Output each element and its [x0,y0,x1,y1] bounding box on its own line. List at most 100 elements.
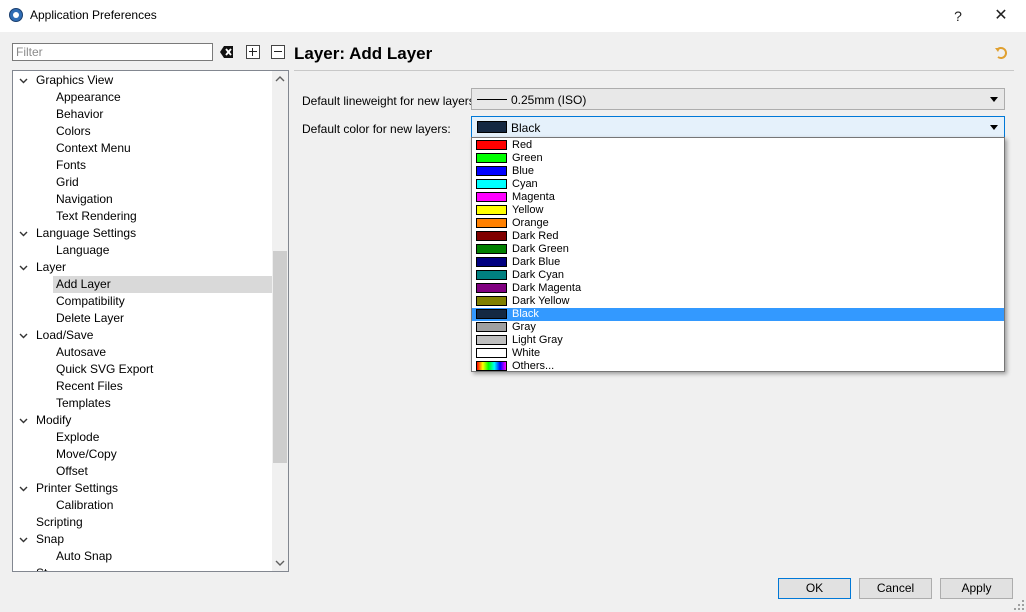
ok-button[interactable]: OK [778,578,851,599]
tree-item[interactable]: Language [13,242,272,259]
tree-item-label: Autosave [56,345,107,359]
color-option[interactable]: Cyan [472,178,1004,191]
tree-item-label: Text Rendering [56,209,137,223]
lineweight-combo[interactable]: 0.25mm (ISO) [471,88,1005,110]
tree-item[interactable]: Colors [13,123,272,140]
scroll-down-icon[interactable] [275,559,285,567]
scroll-up-icon[interactable] [275,75,285,83]
tree-item-label: Recent Files [56,379,123,393]
tree-item-label: Colors [56,124,91,138]
tree-item[interactable]: Appearance [13,89,272,106]
scroll-thumb[interactable] [273,251,287,463]
chevron-down-icon[interactable] [19,263,28,272]
tree-item[interactable]: Navigation [13,191,272,208]
tree-category[interactable]: Printer Settings [13,480,272,497]
chevron-down-icon[interactable] [19,416,28,425]
tree-item[interactable]: Fonts [13,157,272,174]
color-option[interactable]: Orange [472,217,1004,230]
chevron-down-icon[interactable] [19,484,28,493]
tree-item[interactable]: Templates [13,395,272,412]
chevron-down-icon[interactable] [19,76,28,85]
color-dropdown-list[interactable]: Red Green Blue Cyan Magenta Yellow Orange Dark … [471,137,1005,372]
cancel-button[interactable]: Cancel [859,578,932,599]
preferences-tree[interactable]: St... Auto Snap Snap Scripting Calibration Pr… [12,70,289,572]
tree-item-label: Behavior [56,107,104,121]
color-option-label: Orange [512,217,549,229]
tree-item-label: Load/Save [36,328,94,342]
tree-item[interactable]: Autosave [13,344,272,361]
page-title: Layer: Add Layer [294,44,433,63]
tree-category[interactable]: Load/Save [13,327,272,344]
tree-item-label: Compatibility [56,294,125,308]
color-option[interactable]: Red [472,139,1004,152]
tree-item-label: Fonts [56,158,87,172]
tree-category[interactable]: Scripting [13,514,272,531]
tree-item[interactable]: Calibration [13,497,272,514]
tree-item[interactable]: Add Layer [13,276,272,293]
color-option[interactable]: White [472,347,1004,360]
tree-item-label: Modify [36,413,72,427]
color-combo[interactable]: Black [471,116,1005,138]
color-option[interactable]: Yellow [472,204,1004,217]
line-sample-icon [477,99,507,100]
chevron-down-icon[interactable] [19,535,28,544]
color-swatch-icon [476,231,507,241]
color-option[interactable]: Others... [472,360,1004,373]
close-button[interactable]: ✕ [981,4,1021,28]
color-option-label: Red [512,139,533,151]
chevron-down-icon[interactable] [19,229,28,238]
tree-item-label: Move/Copy [56,447,117,461]
color-option[interactable]: Dark Blue [472,256,1004,269]
lineweight-value: 0.25mm (ISO) [511,93,587,107]
tree-item-label: Appearance [56,90,121,104]
color-option-label: Yellow [512,204,544,216]
tree-item[interactable]: Behavior [13,106,272,123]
color-option[interactable]: Dark Green [472,243,1004,256]
tree-category[interactable]: Layer [13,259,272,276]
color-option[interactable]: Dark Magenta [472,282,1004,295]
tree-item[interactable]: Explode [13,429,272,446]
tree-item[interactable]: Move/Copy [13,446,272,463]
color-option[interactable]: Magenta [472,191,1004,204]
color-option[interactable]: Gray [472,321,1004,334]
color-option-label: Dark Green [512,243,569,255]
color-option[interactable]: Green [472,152,1004,165]
window-title: Application Preferences [30,8,157,22]
tree-item[interactable]: Delete Layer [13,310,272,327]
tree-item[interactable]: Grid [13,174,272,191]
tree-category[interactable]: Graphics View [13,72,272,89]
color-option[interactable]: Light Gray [472,334,1004,347]
tree-item[interactable]: Recent Files [13,378,272,395]
color-option[interactable]: Dark Cyan [472,269,1004,282]
color-option[interactable]: Black [472,308,1004,321]
tree-item-label: Grid [56,175,79,189]
help-button[interactable]: ? [938,4,978,28]
tree-category[interactable]: Language Settings [13,225,272,242]
expand-all-icon[interactable] [246,45,260,59]
clear-filter-icon[interactable] [220,45,234,59]
color-option[interactable]: Blue [472,165,1004,178]
resize-grip-icon[interactable] [1014,600,1024,610]
collapse-all-icon[interactable] [271,45,285,59]
tree-item[interactable]: Auto Snap [13,548,272,565]
tree-item[interactable]: Offset [13,463,272,480]
tree-category[interactable]: Snap [13,531,272,548]
color-option[interactable]: Dark Red [472,230,1004,243]
tree-scrollbar[interactable] [272,71,288,571]
restore-defaults-icon[interactable] [994,46,1008,60]
color-swatch-icon [476,140,507,150]
tree-item[interactable]: Context Menu [13,140,272,157]
tree-category[interactable]: St... [13,565,272,571]
tree-item[interactable]: Text Rendering [13,208,272,225]
filter-input[interactable] [12,43,213,61]
color-option-label: Dark Cyan [512,269,564,281]
color-option[interactable]: Dark Yellow [472,295,1004,308]
color-swatch-icon [476,205,507,215]
tree-item[interactable]: Quick SVG Export [13,361,272,378]
tree-item[interactable]: Compatibility [13,293,272,310]
color-swatch-icon [476,361,507,371]
tree-item-label: Context Menu [56,141,131,155]
apply-button[interactable]: Apply [940,578,1013,599]
tree-category[interactable]: Modify [13,412,272,429]
chevron-down-icon[interactable] [19,331,28,340]
